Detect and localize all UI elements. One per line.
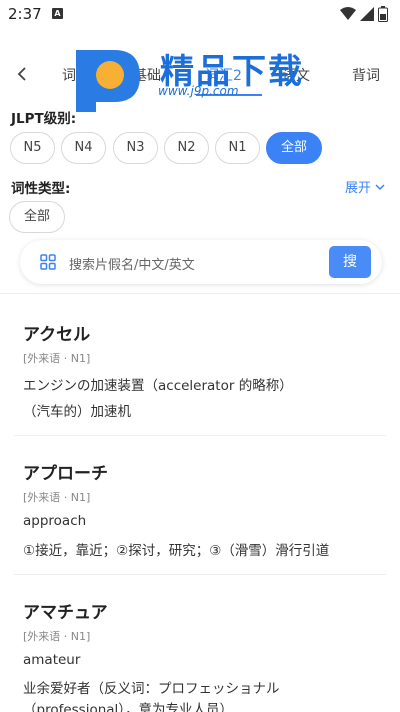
jlpt-chip-n2[interactable]: N2: [164, 132, 209, 164]
search-input[interactable]: 搜索片假名/中文/英文: [69, 254, 195, 273]
pos-filter-title: 词性类型:: [11, 181, 71, 197]
entry-word: アクセル: [23, 325, 91, 345]
jlpt-chip-n4[interactable]: N4: [61, 132, 106, 164]
divider: [0, 293, 400, 294]
status-time: 2:37: [8, 5, 42, 23]
jlpt-chip-n1[interactable]: N1: [215, 132, 260, 164]
entry-tag: [外来语 · N1]: [23, 491, 91, 504]
tab-memorize[interactable]: 背词: [352, 65, 380, 85]
entry-word: アマチュア: [23, 603, 108, 623]
tab-vocabulary[interactable]: 词汇: [62, 65, 90, 85]
status-bar: 2:37 A: [0, 0, 400, 30]
pos-chip-all[interactable]: 全部: [9, 201, 65, 233]
status-icons: [340, 6, 388, 22]
search-bar: 搜索片假名/中文/英文 搜: [20, 240, 382, 284]
jlpt-chip-all[interactable]: 全部: [266, 132, 322, 164]
jlpt-filter-title: JLPT级别:: [11, 111, 77, 127]
notification-a-icon: A: [52, 8, 63, 19]
wifi-icon: [340, 7, 356, 20]
search-button[interactable]: 搜: [329, 246, 371, 278]
battery-icon: [378, 6, 388, 22]
signal-icon: [360, 7, 374, 21]
entry-meaning: （professional），意为专业人员）: [23, 702, 234, 712]
entry-meaning: エンジンの加速装置（accelerator 的略称）: [23, 378, 293, 394]
back-button[interactable]: [10, 62, 34, 86]
entry-meaning: amateur: [23, 652, 81, 668]
header: 词汇 基础 词汇2 语文 背词: [0, 40, 400, 102]
entry-tag: [外来语 · N1]: [23, 630, 91, 643]
chevron-left-icon: [17, 67, 26, 81]
entry-meaning: 业余爱好者（反义词：プロフェッショナル: [23, 681, 280, 697]
entry-divider: [14, 574, 386, 575]
chevron-down-icon: [375, 183, 385, 190]
entry-meaning: approach: [23, 513, 87, 529]
entry-meaning: （汽车的）加速机: [23, 404, 131, 420]
entry-word: アプローチ: [23, 464, 108, 484]
entry-meaning: ①接近，靠近；②探讨，研究；③（滑雪）滑行引道: [23, 543, 330, 559]
active-tab-indicator: [196, 94, 262, 96]
expand-toggle[interactable]: 展开: [345, 177, 385, 196]
jlpt-chip-n3[interactable]: N3: [113, 132, 158, 164]
tab-vocabulary-2[interactable]: 词汇2: [205, 65, 242, 85]
grid-icon[interactable]: [40, 254, 56, 270]
tab-basic[interactable]: 基础: [133, 65, 161, 85]
tab-language[interactable]: 语文: [282, 65, 310, 85]
jlpt-chip-n5[interactable]: N5: [10, 132, 55, 164]
entry-tag: [外来语 · N1]: [23, 352, 91, 365]
entry-divider: [14, 435, 386, 436]
expand-label: 展开: [345, 181, 372, 196]
